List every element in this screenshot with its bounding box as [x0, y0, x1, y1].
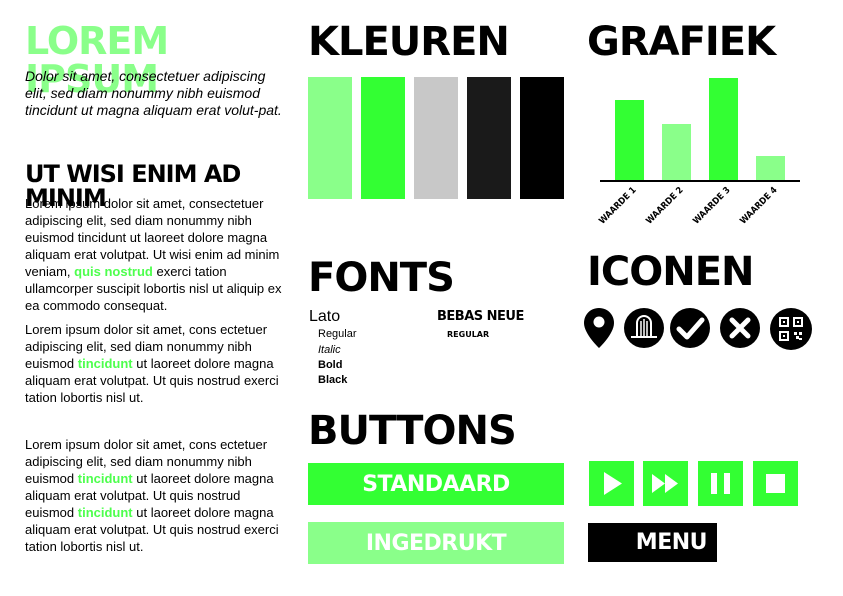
menu-button[interactable]: MENU — [588, 523, 717, 562]
chart-tick-label: WAARDE 1 — [598, 185, 640, 227]
chart-bar — [662, 124, 691, 180]
font-bebas-name: BEBAS NEUE — [437, 309, 524, 324]
icons-title: ICONEN — [587, 249, 755, 295]
stop-icon — [766, 474, 785, 493]
check-icon — [669, 307, 710, 348]
colors-title: KLEUREN — [308, 19, 510, 65]
paragraph-1: Lorem ipsum dolor sit amet, consectetuer… — [25, 196, 282, 313]
location-pin-icon — [583, 307, 623, 348]
buttons-title: BUTTONS — [308, 408, 517, 454]
gate-icon — [623, 307, 664, 348]
fast-forward-icon — [652, 474, 678, 493]
font-lato-bold: Bold — [318, 359, 343, 371]
stop-button[interactable] — [753, 461, 798, 506]
chart-tick-label: WAARDE 4 — [739, 185, 781, 227]
font-lato-black: Black — [318, 374, 348, 386]
chart-bar — [756, 156, 785, 180]
play-icon — [604, 472, 622, 495]
font-lato-italic: Italic — [318, 344, 341, 356]
bar-chart: WAARDE 1 WAARDE 2 WAARDE 3 WAARDE 4 — [595, 70, 805, 230]
paragraph-2: Lorem ipsum dolor sit amet, cons ectetue… — [25, 322, 279, 405]
font-lato-regular: Regular — [318, 328, 357, 340]
swatch-light-green — [308, 77, 352, 199]
chart-x-axis — [600, 180, 800, 182]
intro-text: Dolor sit amet, consectetuer adipiscing … — [25, 68, 282, 118]
fast-forward-button[interactable] — [643, 461, 688, 506]
chart-title: GRAFIEK — [587, 19, 776, 65]
chart-tick-label: WAARDE 2 — [645, 185, 687, 227]
qr-code-icon — [769, 307, 812, 350]
pressed-button[interactable]: INGEDRUKT — [308, 522, 564, 564]
chart-bar — [709, 78, 738, 180]
chart-tick-label: WAARDE 3 — [692, 185, 734, 227]
font-bebas-regular: REGULAR — [447, 330, 490, 339]
play-button[interactable] — [589, 461, 634, 506]
pause-button[interactable] — [698, 461, 743, 506]
close-icon — [719, 307, 760, 348]
swatch-black — [520, 77, 564, 199]
standard-button[interactable]: STANDAARD — [308, 463, 564, 505]
swatch-green — [361, 77, 405, 199]
swatch-grey — [414, 77, 458, 199]
chart-bar — [615, 100, 644, 180]
font-lato-name: Lato — [309, 308, 341, 325]
pause-icon — [711, 473, 730, 494]
fonts-title: FONTS — [308, 255, 455, 301]
paragraph-3: Lorem ipsum dolor sit amet, cons ectetue… — [25, 437, 279, 554]
swatch-dark — [467, 77, 511, 199]
